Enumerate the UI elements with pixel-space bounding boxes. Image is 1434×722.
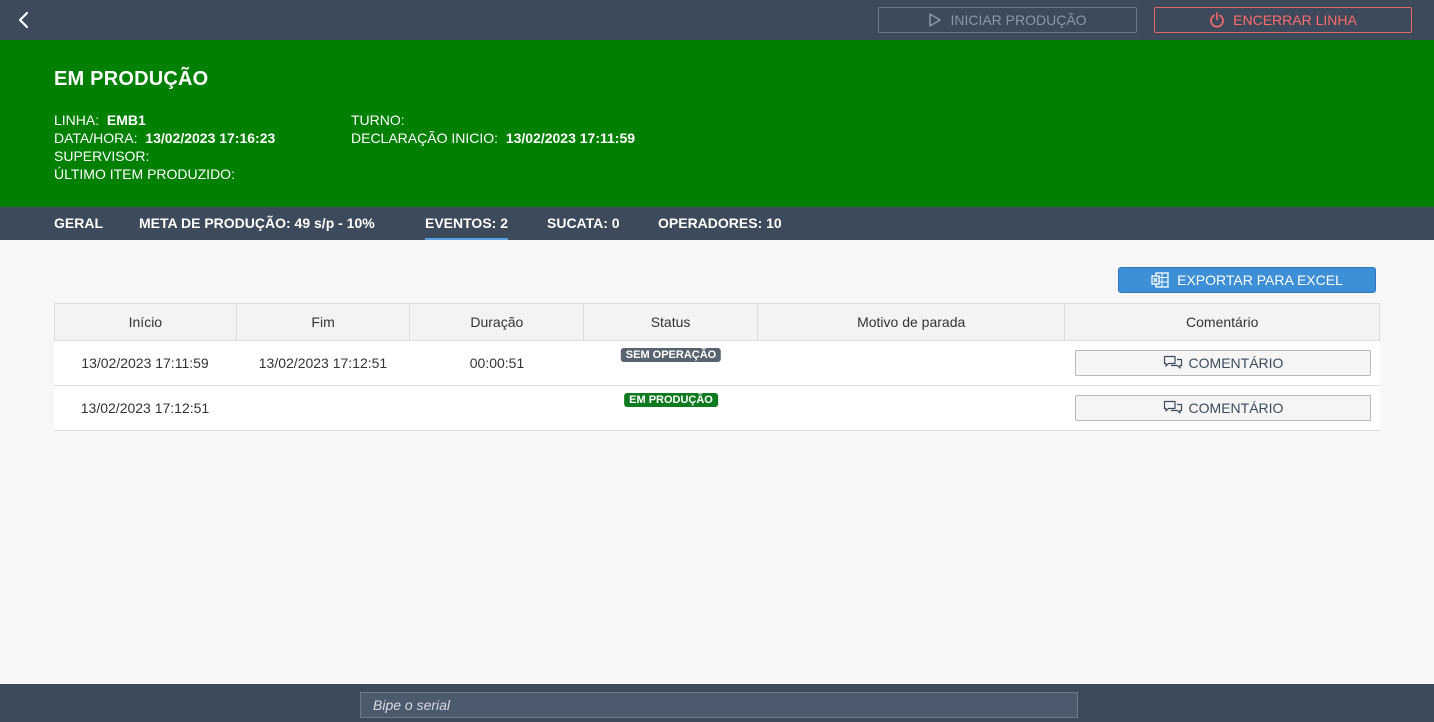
chevron-left-icon bbox=[18, 11, 29, 29]
cell-status: EM PRODUÇÃO bbox=[584, 386, 758, 430]
datahora-row: DATA/HORA: 13/02/2023 17:16:23 bbox=[54, 129, 275, 147]
production-status-header: EM PRODUÇÃO LINHA: EMB1 DATA/HORA: 13/02… bbox=[0, 40, 1434, 207]
declaracao-label: DECLARAÇÃO INICIO: bbox=[351, 130, 499, 146]
cell-duracao bbox=[410, 386, 584, 430]
line-info-left: LINHA: EMB1 DATA/HORA: 13/02/2023 17:16:… bbox=[54, 111, 275, 183]
cell-duracao: 00:00:51 bbox=[469, 355, 525, 371]
excel-icon bbox=[1151, 272, 1169, 288]
comment-icon bbox=[1163, 400, 1182, 414]
power-icon bbox=[1210, 12, 1224, 28]
cell-motivo bbox=[758, 386, 1066, 430]
end-line-label: ENCERRAR LINHA bbox=[1233, 12, 1357, 28]
tab-sucata[interactable]: SUCATA: 0 bbox=[547, 215, 620, 240]
comment-icon bbox=[1163, 355, 1182, 369]
column-header-comentario[interactable]: Comentário bbox=[1065, 304, 1379, 340]
tab-eventos[interactable]: EVENTOS: 2 bbox=[425, 215, 508, 240]
turno-label: TURNO: bbox=[351, 112, 405, 128]
supervisor-label: SUPERVISOR: bbox=[54, 148, 150, 164]
column-header-fim[interactable]: Fim bbox=[237, 304, 411, 340]
top-toolbar: INICIAR PRODUÇÃO ENCERRAR LINHA bbox=[0, 0, 1434, 40]
cell-fim: 13/02/2023 17:12:51 bbox=[258, 355, 388, 371]
linha-label: LINHA: bbox=[54, 112, 100, 128]
back-button[interactable] bbox=[12, 8, 36, 32]
start-production-button[interactable]: INICIAR PRODUÇÃO bbox=[878, 7, 1137, 33]
comment-button[interactable]: COMENTÁRIO bbox=[1075, 395, 1371, 421]
linha-row: LINHA: EMB1 bbox=[54, 111, 275, 129]
declaracao-value: 13/02/2023 17:11:59 bbox=[505, 130, 636, 146]
tab-geral[interactable]: GERAL bbox=[54, 215, 103, 240]
cell-inicio: 13/02/2023 17:11:59 bbox=[81, 355, 209, 371]
cell-comentario: COMENTÁRIO bbox=[1066, 341, 1380, 385]
cell-inicio: 13/02/2023 17:12:51 bbox=[80, 400, 210, 416]
table-row: 13/02/2023 17:11:59 13/02/2023 17:12:51 … bbox=[54, 341, 1380, 386]
export-excel-button[interactable]: EXPORTAR PARA EXCEL bbox=[1118, 267, 1376, 293]
table-header: Início Fim Duração Status Motivo de para… bbox=[54, 303, 1380, 341]
bottom-bar bbox=[0, 684, 1434, 722]
cell-comentario: COMENTÁRIO bbox=[1066, 386, 1380, 430]
tab-bar: GERAL META DE PRODUÇÃO: 49 s/p - 10% EVE… bbox=[0, 207, 1434, 240]
tab-operadores[interactable]: OPERADORES: 10 bbox=[658, 215, 782, 240]
tab-meta-producao[interactable]: META DE PRODUÇÃO: 49 s/p - 10% bbox=[139, 215, 375, 240]
datahora-value: 13/02/2023 17:16:23 bbox=[145, 130, 276, 146]
cell-fim bbox=[236, 386, 410, 430]
serial-input[interactable] bbox=[360, 692, 1078, 718]
page-title: EM PRODUÇÃO bbox=[54, 68, 209, 90]
start-production-label: INICIAR PRODUÇÃO bbox=[950, 12, 1087, 28]
cell-motivo bbox=[758, 341, 1066, 385]
events-table: Início Fim Duração Status Motivo de para… bbox=[54, 303, 1380, 431]
comment-button-label: COMENTÁRIO bbox=[1188, 355, 1284, 371]
column-header-duracao[interactable]: Duração bbox=[410, 304, 585, 340]
cell-status: SEM OPERAÇÃO bbox=[584, 341, 758, 385]
status-badge: SEM OPERAÇÃO bbox=[620, 348, 722, 362]
linha-value: EMB1 bbox=[106, 112, 146, 128]
end-line-button[interactable]: ENCERRAR LINHA bbox=[1154, 7, 1412, 33]
column-header-inicio[interactable]: Início bbox=[55, 304, 237, 340]
comment-button-label: COMENTÁRIO bbox=[1188, 400, 1284, 416]
column-header-status[interactable]: Status bbox=[584, 304, 758, 340]
table-row: 13/02/2023 17:12:51 EM PRODUÇÃO COMENTÁR… bbox=[54, 386, 1380, 431]
declaracao-row: DECLARAÇÃO INICIO: 13/02/2023 17:11:59 bbox=[351, 129, 635, 147]
line-info-right: TURNO: DECLARAÇÃO INICIO: 13/02/2023 17:… bbox=[351, 111, 635, 147]
play-icon bbox=[929, 13, 942, 27]
datahora-label: DATA/HORA: bbox=[54, 130, 138, 146]
export-excel-label: EXPORTAR PARA EXCEL bbox=[1177, 272, 1343, 288]
column-header-motivo[interactable]: Motivo de parada bbox=[758, 304, 1066, 340]
comment-button[interactable]: COMENTÁRIO bbox=[1075, 350, 1371, 376]
ultimo-item-label: ÚLTIMO ITEM PRODUZIDO: bbox=[54, 166, 235, 182]
status-badge: EM PRODUÇÃO bbox=[624, 393, 718, 407]
